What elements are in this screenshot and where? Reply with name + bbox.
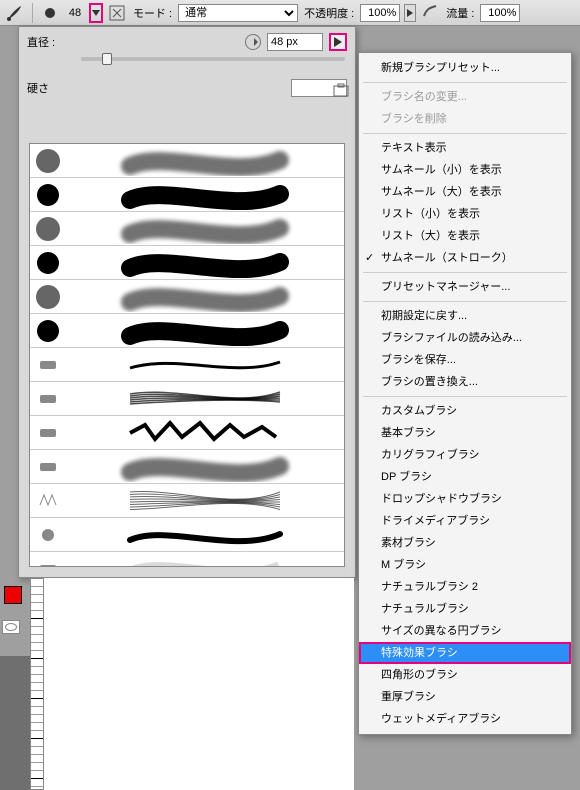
canvas-area[interactable] — [44, 578, 354, 790]
menu-item[interactable]: DP ブラシ — [359, 466, 571, 488]
menu-item[interactable]: プリセットマネージャー... — [359, 276, 571, 298]
vertical-ruler — [30, 578, 44, 790]
brush-preset-panel: 直径 : 硬さ — [18, 26, 356, 578]
brush-stroke-preview — [66, 350, 344, 380]
brush-preset-row[interactable] — [30, 382, 344, 416]
options-toolbar: 48 モード : 通常 不透明度 : 流量 : — [0, 0, 580, 26]
brush-panel-toggle-icon[interactable] — [107, 3, 127, 23]
brush-stroke-preview — [66, 418, 344, 448]
menu-item[interactable]: サムネール（小）を表示 — [359, 159, 571, 181]
brush-stroke-preview — [66, 214, 344, 244]
menu-item[interactable]: M ブラシ — [359, 554, 571, 576]
diameter-label: 直径 : — [27, 34, 63, 50]
brush-preset-row[interactable] — [30, 212, 344, 246]
brush-stroke-preview — [66, 146, 344, 176]
flow-label: 流量 : — [444, 5, 476, 21]
menu-item[interactable]: リスト（大）を表示 — [359, 225, 571, 247]
brush-tip-icon — [30, 214, 66, 244]
brush-tip-icon — [30, 452, 66, 482]
menu-item[interactable]: サムネール（大）を表示 — [359, 181, 571, 203]
brush-preset-row[interactable] — [30, 518, 344, 552]
brush-preset-row[interactable] — [30, 144, 344, 178]
brush-preset-row[interactable] — [30, 450, 344, 484]
panel-flyout-button[interactable] — [329, 33, 347, 51]
pressure-opacity-icon[interactable] — [420, 4, 440, 21]
brush-preset-row[interactable] — [30, 348, 344, 382]
menu-item[interactable]: 特殊効果ブラシ — [359, 642, 571, 664]
brush-stroke-preview — [66, 316, 344, 346]
brush-preset-row[interactable] — [30, 280, 344, 314]
menu-item: ブラシ名の変更... — [359, 86, 571, 108]
brush-tip-icon — [30, 282, 66, 312]
brush-stroke-preview — [66, 180, 344, 210]
brush-tip-icon — [30, 146, 66, 176]
brush-tip-icon — [30, 180, 66, 210]
menu-item[interactable]: 新規ブラシプリセット... — [359, 57, 571, 79]
foreground-color-swatch[interactable] — [4, 586, 22, 604]
brush-stroke-preview — [66, 520, 344, 550]
menu-item[interactable]: ブラシの置き換え... — [359, 371, 571, 393]
diameter-slider[interactable] — [19, 57, 355, 75]
brush-stroke-preview — [66, 282, 344, 312]
opacity-arrow-icon[interactable] — [404, 4, 416, 22]
menu-item[interactable]: ドライメディアブラシ — [359, 510, 571, 532]
menu-item[interactable]: ドロップシャドウブラシ — [359, 488, 571, 510]
brush-stroke-preview — [66, 248, 344, 278]
opacity-label: 不透明度 : — [302, 5, 356, 21]
brush-flyout-menu: 新規ブラシプリセット... ブラシ名の変更...ブラシを削除テキスト表示サムネール… — [358, 52, 572, 735]
brush-preset-row[interactable] — [30, 314, 344, 348]
brush-tip-icon — [30, 520, 66, 550]
menu-item[interactable]: 四角形のブラシ — [359, 664, 571, 686]
brush-preset-row[interactable] — [30, 416, 344, 450]
menu-item: ブラシを削除 — [359, 108, 571, 130]
brush-stroke-list[interactable] — [29, 143, 345, 567]
brush-stroke-preview — [66, 486, 344, 516]
reset-size-icon[interactable] — [245, 34, 261, 50]
menu-item[interactable]: ブラシを保存... — [359, 349, 571, 371]
brush-tip-icon — [30, 486, 66, 516]
tool-palette-bg — [0, 656, 30, 790]
menu-item[interactable]: サムネール（ストローク） — [359, 247, 571, 269]
flow-input[interactable] — [480, 4, 520, 22]
menu-item[interactable]: カスタムブラシ — [359, 400, 571, 422]
menu-item[interactable]: ウェットメディアブラシ — [359, 708, 571, 730]
brush-tip-icon — [30, 384, 66, 414]
menu-item[interactable]: 基本ブラシ — [359, 422, 571, 444]
menu-item[interactable]: 素材ブラシ — [359, 532, 571, 554]
brush-preset-row[interactable] — [30, 552, 344, 567]
brush-preset-row[interactable] — [30, 246, 344, 280]
diameter-input[interactable] — [267, 33, 323, 51]
brush-tip-icon — [30, 248, 66, 278]
brush-preset-dropdown[interactable] — [89, 3, 103, 23]
menu-item[interactable]: 重厚ブラシ — [359, 686, 571, 708]
menu-item[interactable]: サイズの異なる円ブラシ — [359, 620, 571, 642]
menu-item[interactable]: ナチュラルブラシ 2 — [359, 576, 571, 598]
menu-item[interactable]: 初期設定に戻す... — [359, 305, 571, 327]
brush-tip-preview-icon — [39, 3, 61, 23]
blend-mode-select[interactable]: 通常 — [178, 4, 298, 22]
brush-tip-icon — [30, 316, 66, 346]
brush-size-display: 48 — [65, 7, 85, 19]
brush-tip-icon — [30, 554, 66, 568]
menu-item[interactable]: ブラシファイルの読み込み... — [359, 327, 571, 349]
opacity-input[interactable] — [360, 4, 400, 22]
hardness-label: 硬さ — [27, 80, 49, 96]
brush-tip-icon — [30, 350, 66, 380]
brush-tool-icon[interactable] — [4, 3, 26, 23]
brush-stroke-preview — [66, 452, 344, 482]
brush-stroke-preview — [66, 384, 344, 414]
new-preset-icon[interactable] — [333, 83, 349, 97]
menu-item[interactable]: カリグラフィブラシ — [359, 444, 571, 466]
brush-tip-icon — [30, 418, 66, 448]
menu-item[interactable]: テキスト表示 — [359, 137, 571, 159]
menu-item[interactable]: リスト（小）を表示 — [359, 203, 571, 225]
quickmask-icon[interactable] — [2, 620, 20, 634]
menu-item[interactable]: ナチュラルブラシ — [359, 598, 571, 620]
brush-preset-row[interactable] — [30, 484, 344, 518]
brush-preset-row[interactable] — [30, 178, 344, 212]
brush-stroke-preview — [66, 554, 344, 568]
mode-label: モード : — [131, 5, 174, 21]
